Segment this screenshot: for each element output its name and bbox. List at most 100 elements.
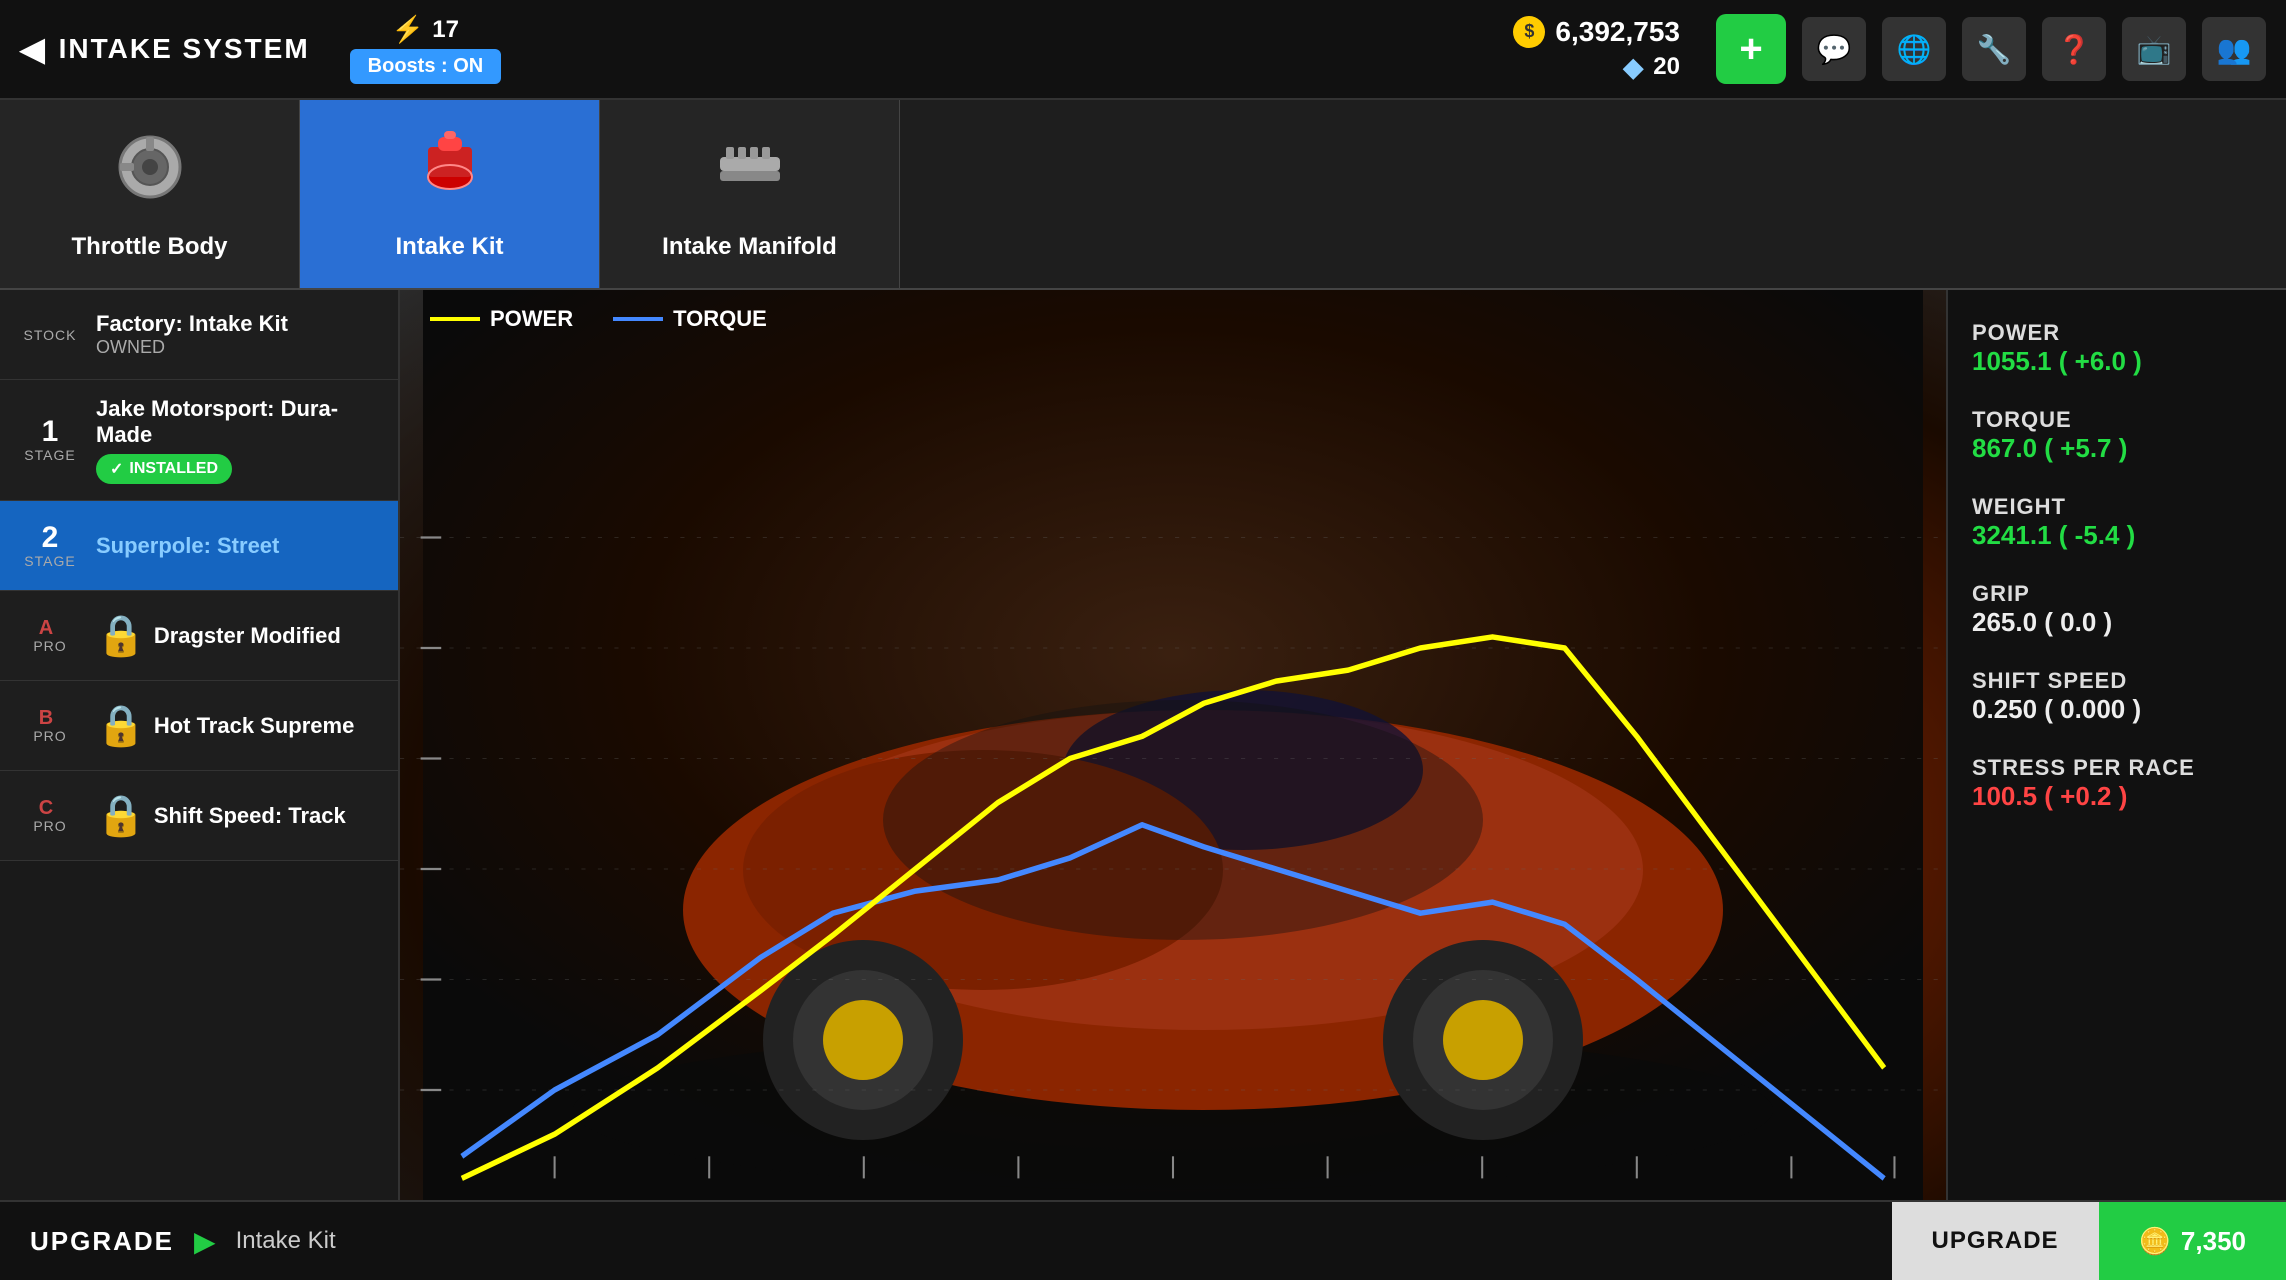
currency-block: $ 6,392,753 ◆ 20 <box>1513 16 1680 83</box>
header-right: $ 6,392,753 ◆ 20 + 💬 🌐 🔧 ❓ 📺 👥 <box>1513 14 2266 84</box>
energy-section: ⚡ 17 Boosts : ON <box>350 14 502 84</box>
stat-weight-value: 3241.1 ( -5.4 ) <box>1972 520 2262 551</box>
diamond-currency: ◆ 20 <box>1623 52 1680 83</box>
play-icon: ▶ <box>194 1225 216 1258</box>
stat-shift-speed: SHIFT SPEED 0.250 ( 0.000 ) <box>1972 668 2262 725</box>
tab-intake-kit-label: Intake Kit <box>395 233 503 261</box>
stat-shift-speed-label: SHIFT SPEED <box>1972 668 2262 694</box>
upgrade-cost-button[interactable]: 🪙 7,350 <box>2099 1202 2286 1280</box>
lock-icon-a: 🔒 <box>96 612 146 659</box>
upgrade-row-pro-a[interactable]: A PRO 🔒 Dragster Modified <box>0 591 398 681</box>
intake-kit-icon <box>410 127 490 223</box>
main-content: STOCK Factory: Intake Kit OWNED 1 STAGE … <box>0 290 2286 1200</box>
legend-torque: TORQUE <box>613 306 767 332</box>
stat-grip-label: GRIP <box>1972 581 2262 607</box>
upgrades-list: STOCK Factory: Intake Kit OWNED 1 STAGE … <box>0 290 400 1200</box>
stage-number-2: 2 <box>42 523 59 553</box>
back-arrow-icon: ◀ <box>20 30 47 68</box>
upgrade-row-stage1[interactable]: 1 STAGE Jake Motorsport: Dura-Made ✓ INS… <box>0 380 398 501</box>
stage-label-stock: STOCK <box>24 327 77 343</box>
upgrade-name-2: Superpole: Street <box>96 533 378 559</box>
chart-area: POWER TORQUE <box>400 290 1946 1200</box>
upgrade-sub-stock: OWNED <box>96 337 378 358</box>
upgrade-info-pro-b: Hot Track Supreme <box>154 713 378 739</box>
intake-manifold-icon <box>710 127 790 223</box>
chat-button[interactable]: 💬 <box>1802 17 1866 81</box>
tab-intake-manifold-label: Intake Manifold <box>662 233 837 261</box>
stage-number-1: 1 <box>42 417 59 447</box>
upgrade-info-1: Jake Motorsport: Dura-Made ✓ INSTALLED <box>96 396 378 484</box>
chart-legend: POWER TORQUE <box>430 306 767 332</box>
upgrade-row-stock[interactable]: STOCK Factory: Intake Kit OWNED <box>0 290 398 380</box>
stat-grip-value: 265.0 ( 0.0 ) <box>1972 607 2262 638</box>
stat-torque-value: 867.0 ( +5.7 ) <box>1972 433 2262 464</box>
tab-throttle-body-label: Throttle Body <box>72 233 228 261</box>
stage-badge-1: 1 STAGE <box>20 417 80 463</box>
stat-stress: STRESS PER RACE 100.5 ( +0.2 ) <box>1972 755 2262 812</box>
upgrade-name-pro-b: Hot Track Supreme <box>154 713 378 739</box>
upgrade-name-pro-a: Dragster Modified <box>154 623 378 649</box>
diamond-icon: ◆ <box>1623 52 1643 83</box>
upgrade-name-1: Jake Motorsport: Dura-Made <box>96 396 378 448</box>
upgrade-row-stage2[interactable]: 2 STAGE Superpole: Street <box>0 501 398 591</box>
stat-power-label: POWER <box>1972 320 2262 346</box>
back-button[interactable]: ◀ INTAKE SYSTEM <box>20 30 310 68</box>
stage-badge-pro-b: B PRO <box>20 708 80 744</box>
throttle-body-icon <box>110 127 190 223</box>
stage-badge-pro-a: A PRO <box>20 618 80 654</box>
tab-throttle-body[interactable]: Throttle Body <box>0 100 300 288</box>
upgrade-label-section: UPGRADE ▶ Intake Kit <box>0 1225 1892 1258</box>
coin-icon: $ <box>1513 16 1545 48</box>
performance-chart <box>400 427 1946 1201</box>
diamond-amount: 20 <box>1653 53 1680 81</box>
legend-power-label: POWER <box>490 306 573 332</box>
stage-label-2: STAGE <box>24 553 75 569</box>
boost-badge[interactable]: Boosts : ON <box>350 49 502 84</box>
lock-icon-b: 🔒 <box>96 702 146 749</box>
bottom-bar: UPGRADE ▶ Intake Kit UPGRADE 🪙 7,350 <box>0 1200 2286 1280</box>
stat-weight: WEIGHT 3241.1 ( -5.4 ) <box>1972 494 2262 551</box>
legend-torque-label: TORQUE <box>673 306 767 332</box>
power-line-indicator <box>430 317 480 321</box>
stat-torque-label: TORQUE <box>1972 407 2262 433</box>
upgrade-action-button[interactable]: UPGRADE <box>1892 1202 2099 1280</box>
help-button[interactable]: ❓ <box>2042 17 2106 81</box>
stat-grip: GRIP 265.0 ( 0.0 ) <box>1972 581 2262 638</box>
tab-intake-kit[interactable]: Intake Kit <box>300 100 600 288</box>
check-icon: ✓ <box>110 459 123 479</box>
cost-coin-icon: 🪙 <box>2139 1226 2171 1257</box>
stage-badge-pro-c: C PRO <box>20 798 80 834</box>
stat-stress-value: 100.5 ( +0.2 ) <box>1972 781 2262 812</box>
upgrade-info-stock: Factory: Intake Kit OWNED <box>96 311 378 358</box>
stat-weight-label: WEIGHT <box>1972 494 2262 520</box>
upgrade-item-name: Intake Kit <box>236 1227 336 1255</box>
stage-label-1: STAGE <box>24 447 75 463</box>
upgrade-buttons: UPGRADE 🪙 7,350 <box>1892 1202 2286 1280</box>
upgrade-name-pro-c: Shift Speed: Track <box>154 803 378 829</box>
energy-icon: ⚡ <box>392 14 424 45</box>
media-button[interactable]: 📺 <box>2122 17 2186 81</box>
upgrade-info-pro-a: Dragster Modified <box>154 623 378 649</box>
gold-amount: 6,392,753 <box>1555 16 1680 48</box>
stat-torque: TORQUE 867.0 ( +5.7 ) <box>1972 407 2262 464</box>
lock-icon-c: 🔒 <box>96 792 146 839</box>
stage-number-pro-a: A <box>39 618 53 638</box>
social-button[interactable]: 👥 <box>2202 17 2266 81</box>
page-title: INTAKE SYSTEM <box>59 33 310 65</box>
stat-power-value: 1055.1 ( +6.0 ) <box>1972 346 2262 377</box>
upgrade-info-pro-c: Shift Speed: Track <box>154 803 378 829</box>
header: ◀ INTAKE SYSTEM ⚡ 17 Boosts : ON $ 6,392… <box>0 0 2286 100</box>
tab-intake-manifold[interactable]: Intake Manifold <box>600 100 900 288</box>
stat-power: POWER 1055.1 ( +6.0 ) <box>1972 320 2262 377</box>
stage-number-pro-c: C <box>39 798 53 818</box>
globe-button[interactable]: 🌐 <box>1882 17 1946 81</box>
installed-badge: ✓ INSTALLED <box>96 454 232 484</box>
energy-value: 17 <box>432 16 459 44</box>
upgrade-cost-value: 7,350 <box>2181 1226 2246 1257</box>
settings-button[interactable]: 🔧 <box>1962 17 2026 81</box>
upgrade-row-pro-c[interactable]: C PRO 🔒 Shift Speed: Track <box>0 771 398 861</box>
add-currency-button[interactable]: + <box>1716 14 1786 84</box>
tab-bar: Throttle Body Intake Kit Intake M <box>0 100 2286 290</box>
upgrade-row-pro-b[interactable]: B PRO 🔒 Hot Track Supreme <box>0 681 398 771</box>
stage-label-pro-c: PRO <box>33 818 66 834</box>
